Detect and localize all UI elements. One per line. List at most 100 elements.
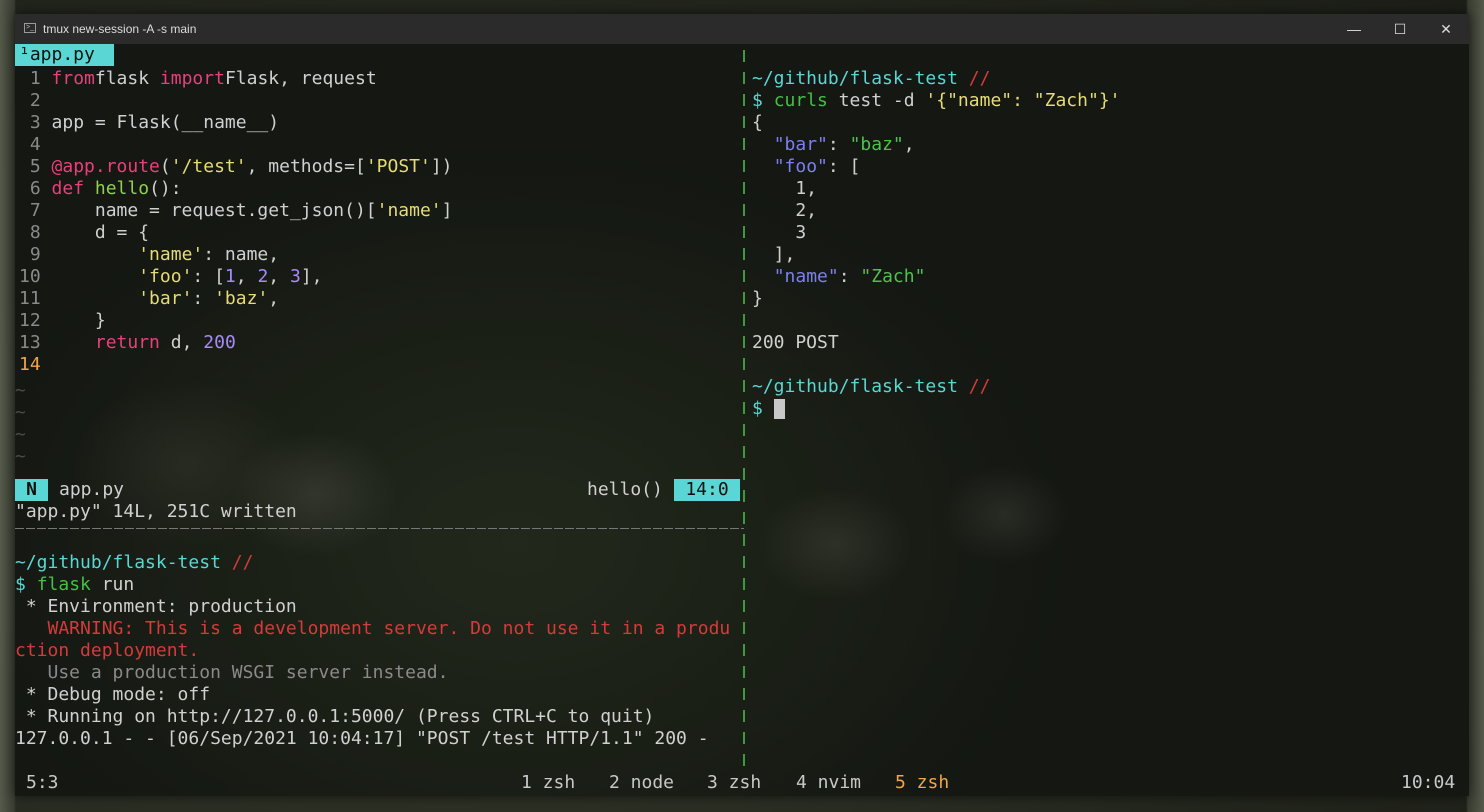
code-line: 9 'name': name, <box>19 244 279 266</box>
terminal-text: 127.0.0.1 - - [06/Sep/2021 10:04:17] "PO… <box>15 728 709 749</box>
terminal-text: : [ <box>827 156 861 177</box>
code-line: 8 d = { <box>19 222 149 244</box>
tmux-window-tab[interactable]: 3 zsh <box>707 771 761 795</box>
terminal-text: * Debug mode: off <box>15 684 211 705</box>
code-token: : [ <box>192 266 225 287</box>
code-token: : <box>192 288 215 309</box>
pane-separator-horizontal[interactable] <box>15 528 744 529</box>
code-line: 6 def hello(): <box>19 178 182 200</box>
terminal-text: $ <box>752 398 774 419</box>
terminal-text: , <box>903 134 915 155</box>
terminal-text: ~/github/flask-test <box>15 552 232 573</box>
code-token: Flask, request <box>224 68 377 89</box>
terminal-line: 200 POST <box>752 332 839 354</box>
terminal-line: 3 <box>752 222 806 244</box>
code-token: (): <box>149 178 182 199</box>
code-token: def <box>51 178 95 199</box>
terminal-text: $ <box>752 90 774 111</box>
tmux-window-tab[interactable]: 4 nvim <box>796 771 861 795</box>
code-token: , <box>268 266 290 287</box>
terminal-text: "Zach" <box>860 266 926 287</box>
terminal-text: "foo" <box>773 156 828 177</box>
terminal-line: "bar": "baz", <box>752 134 915 156</box>
code-token: import <box>159 68 225 89</box>
vim-mode-badge: N <box>15 479 48 501</box>
minimize-button[interactable]: — <box>1331 14 1377 44</box>
line-number: 6 <box>19 178 52 199</box>
empty-line-marker: ~ <box>15 380 26 401</box>
code-token: 'bar' <box>138 288 193 309</box>
terminal-text: ction deployment. <box>15 640 200 661</box>
status-clock: 10:04 <box>1401 772 1456 793</box>
terminal-text: ~/github/flask-test <box>752 376 969 397</box>
terminal-text: { <box>752 112 763 133</box>
terminal-line: * Running on http://127.0.0.1:5000/ (Pre… <box>15 706 655 728</box>
terminal-line: ~/github/flask-test // <box>752 68 990 90</box>
terminal-window: >_ tmux new-session -A -s main — ☐ ✕ ¹ap… <box>15 14 1469 796</box>
editor-tab-app-py[interactable]: ¹app.py <box>15 44 114 66</box>
code-line: 2 <box>19 90 52 112</box>
code-token: 200 <box>203 332 236 353</box>
terminal-area[interactable]: ¹app.py 1 from flask importFlask, request… <box>15 44 1469 796</box>
terminal-text: "bar" <box>773 134 828 155</box>
pane-separator-vertical[interactable] <box>743 50 745 770</box>
close-button[interactable]: ✕ <box>1423 14 1469 44</box>
vim-cursor-position: 14:0 <box>674 479 740 501</box>
code-token: d = { <box>51 222 150 243</box>
maximize-button[interactable]: ☐ <box>1377 14 1423 44</box>
window-title: tmux new-session -A -s main <box>43 22 197 36</box>
tmux-window-tab[interactable]: 2 node <box>609 771 674 795</box>
code-token: : name, <box>203 244 280 265</box>
terminal-text: 1, <box>752 178 818 199</box>
code-line: 14 <box>19 354 52 376</box>
tmux-window-tab[interactable]: 1 zsh <box>521 771 575 795</box>
code-token: 3 <box>289 266 301 287</box>
terminal-text: WARNING: This is a development server. D… <box>15 618 731 639</box>
terminal-text: * Running on http://127.0.0.1:5000/ (Pre… <box>15 706 655 727</box>
line-number: 9 <box>19 244 52 265</box>
terminal-text: ], <box>752 244 796 265</box>
line-number: 2 <box>19 90 52 111</box>
code-token: ( <box>159 156 171 177</box>
title-bar: >_ tmux new-session -A -s main — ☐ ✕ <box>15 14 1469 44</box>
terminal-text: // <box>231 552 254 573</box>
terminal-line: 1, <box>752 178 817 200</box>
terminal-line: "name": "Zach" <box>752 266 926 288</box>
terminal-icon: >_ <box>24 23 36 33</box>
text-cursor <box>773 399 785 419</box>
terminal-text: test -d <box>827 90 926 111</box>
code-token: 'name' <box>376 200 442 221</box>
code-line: 13 return d, 200 <box>19 332 236 354</box>
code-token: } <box>51 310 106 331</box>
line-number: 8 <box>19 222 52 243</box>
terminal-line: 127.0.0.1 - - [06/Sep/2021 10:04:17] "PO… <box>15 728 709 750</box>
terminal-line: 2, <box>752 200 817 222</box>
tmux-window-tab[interactable]: 5 zsh <box>895 771 949 795</box>
code-line: 5 @app.route('/test', methods=['POST']) <box>19 156 453 178</box>
terminal-text: "name" <box>773 266 839 287</box>
code-token: ]) <box>430 156 453 177</box>
terminal-text: 2, <box>752 200 818 221</box>
line-number: 13 <box>19 332 52 353</box>
terminal-line: * Debug mode: off <box>15 684 210 706</box>
terminal-text: 3 <box>752 222 807 243</box>
line-number: 12 <box>19 310 52 331</box>
code-line: 12 } <box>19 310 106 332</box>
terminal-text: "baz" <box>849 134 904 155</box>
line-number: 7 <box>19 200 52 221</box>
code-token: , <box>235 266 258 287</box>
code-token: 1 <box>224 266 236 287</box>
empty-line-marker: ~ <box>15 424 26 445</box>
terminal-text: run <box>90 574 135 595</box>
code-line: 4 <box>19 134 52 156</box>
terminal-text: flask <box>36 574 91 595</box>
code-line: 11 'bar': 'baz', <box>19 288 279 310</box>
terminal-text: $ <box>15 574 37 595</box>
line-number: 3 <box>19 112 52 133</box>
terminal-text: * Environment: production <box>15 596 297 617</box>
vim-message-line: "app.py" 14L, 251C written <box>15 501 297 522</box>
code-token: from <box>51 68 95 89</box>
line-number: 14 <box>19 354 52 375</box>
